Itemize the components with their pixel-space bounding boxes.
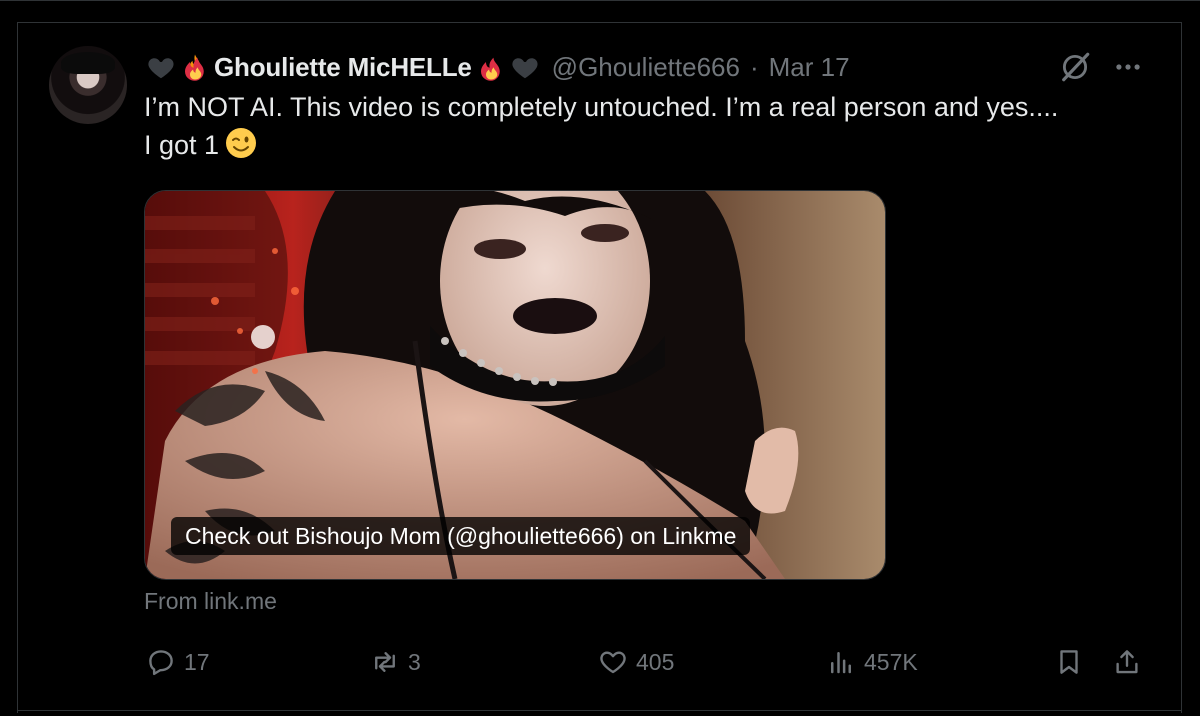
bookmark-button[interactable] (1054, 644, 1084, 680)
card-label[interactable]: Check out Bishoujo Mom (@ghouliette666) … (171, 517, 751, 555)
action-bar: 17 3 405 457K (0, 644, 1200, 684)
more-icon[interactable] (1112, 54, 1144, 80)
like-button[interactable]: 405 (598, 644, 674, 680)
separator-dot: · (749, 51, 759, 82)
tweet-date[interactable]: Mar 17 (769, 52, 850, 83)
reply-count: 17 (184, 648, 210, 675)
fire-icon (185, 54, 204, 81)
wink-emoji-icon (226, 128, 257, 158)
tweet-text-line2-wrap: I got 1 (144, 126, 1154, 164)
tweet-text-line1: I’m NOT AI. This video is completely unt… (144, 92, 1059, 122)
repost-icon (375, 652, 395, 672)
reply-icon (149, 650, 173, 676)
bottom-divider (17, 710, 1181, 711)
bookmark-icon (1060, 650, 1078, 674)
repost-button[interactable]: 3 (370, 644, 421, 680)
share-icon (1116, 650, 1138, 674)
fire-icon (480, 57, 500, 81)
avatar[interactable] (49, 46, 127, 124)
views-count: 457K (864, 648, 918, 675)
like-count: 405 (636, 648, 675, 675)
card-source[interactable]: From link.me (144, 588, 277, 615)
heart-icon (148, 58, 174, 79)
link-card[interactable]: Check out Bishoujo Mom (@ghouliette666) … (144, 190, 886, 580)
user-handle[interactable]: @Ghouliette666 (552, 52, 740, 83)
display-name[interactable]: Ghouliette MicHELLe (214, 52, 472, 83)
views-button[interactable]: 457K (826, 644, 918, 680)
like-icon (600, 651, 626, 674)
tweet-header: Ghouliette MicHELLe @Ghouliette666 · Mar… (146, 50, 850, 84)
views-icon (831, 652, 851, 674)
avatar-hat (61, 52, 115, 74)
tweet-text: I’m NOT AI. This video is completely unt… (144, 88, 1154, 164)
grok-icon[interactable] (1058, 50, 1092, 84)
tweet-text-line2: I got 1 (144, 130, 220, 160)
reply-button[interactable]: 17 (146, 644, 210, 680)
repost-count: 3 (408, 648, 421, 675)
top-divider (0, 0, 1200, 1)
heart-icon (512, 58, 538, 79)
share-button[interactable] (1112, 644, 1142, 680)
